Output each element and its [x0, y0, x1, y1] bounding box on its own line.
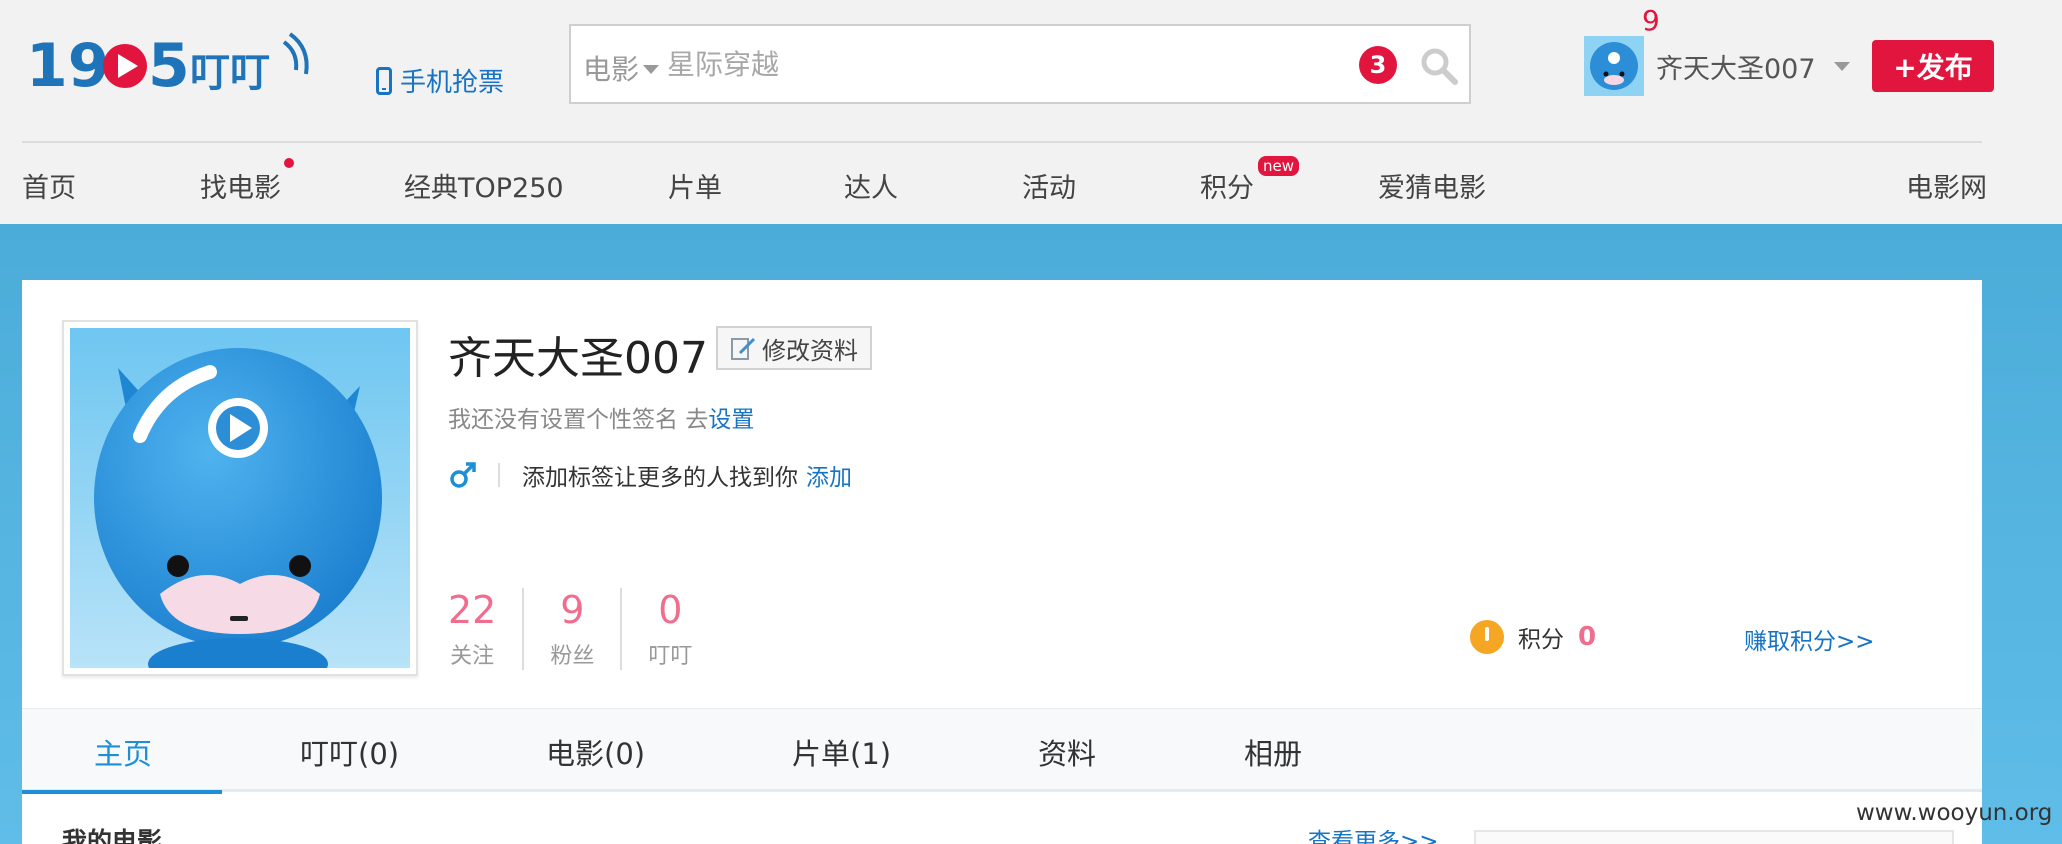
tag-separator [498, 463, 500, 487]
stat-followers[interactable]: 9 粉丝 [522, 588, 620, 670]
male-gender-icon [450, 462, 476, 488]
nav-dot-indicator [284, 158, 294, 168]
stat-label: 关注 [450, 644, 495, 669]
site-header: 19 5 叮叮 手机抢票 电影 3 9 齐天大圣007 [0, 0, 2062, 224]
search-count-badge: 3 [1359, 46, 1397, 84]
tags-row: 添加标签让更多的人找到你 添加 [448, 458, 852, 492]
main-nav: 首页 找电影 经典TOP250 片单 达人 活动 积分 new 爱猜电影 电影网 [22, 144, 1987, 222]
mobile-ticket-link[interactable]: 手机抢票 [376, 62, 504, 99]
points-summary: 积分 0 [1470, 620, 1596, 654]
site-logo[interactable]: 19 5 叮叮 [26, 30, 318, 98]
nav-item-home[interactable]: 首页 [22, 166, 76, 205]
stat-dingding[interactable]: 0 叮叮 [620, 588, 718, 670]
signature: 我还没有设置个性签名 去设置 [448, 400, 754, 434]
profile-avatar[interactable] [62, 320, 418, 676]
points-label: 积分 [1518, 627, 1564, 653]
stat-value: 22 [448, 588, 497, 632]
phone-icon [376, 66, 392, 95]
chevron-down-icon [1833, 61, 1850, 71]
set-signature-link[interactable]: 设置 [708, 407, 754, 433]
notification-count[interactable]: 9 [1642, 4, 1660, 37]
signature-text: 我还没有设置个性签名 去 [448, 407, 709, 433]
search-box: 电影 3 [569, 24, 1471, 104]
nav-item-experts[interactable]: 达人 [844, 166, 898, 205]
earn-points-link[interactable]: 赚取积分>> [1744, 622, 1875, 656]
svg-text:5: 5 [148, 31, 190, 98]
profile-name: 齐天大圣007 [448, 333, 708, 384]
nav-item-events[interactable]: 活动 [1022, 166, 1076, 205]
sidebar-panel [1474, 830, 1954, 844]
tags-prompt: 添加标签让更多的人找到你 [522, 465, 798, 491]
nav-item-movie-site[interactable]: 电影网 [1906, 166, 1987, 205]
active-tab-indicator [22, 790, 222, 794]
nav-item-playlist[interactable]: 片单 [668, 166, 722, 205]
search-icon[interactable] [1417, 44, 1461, 88]
tab-home[interactable]: 主页 [94, 731, 152, 773]
add-tag-link[interactable]: 添加 [806, 458, 852, 492]
stat-value: 0 [658, 588, 683, 632]
svg-text:19: 19 [26, 31, 110, 98]
user-menu[interactable]: 齐天大圣007 [1584, 36, 1850, 96]
search-input[interactable] [667, 44, 1267, 84]
user-name: 齐天大圣007 [1656, 53, 1816, 85]
avatar [1584, 36, 1644, 96]
tab-movies[interactable]: 电影(0) [546, 731, 645, 773]
svg-text:叮叮: 叮叮 [190, 50, 270, 96]
profile-tabs: 主页 叮叮(0) 电影(0) 片单(1) 资料 相册 [22, 708, 1982, 794]
nav-item-points[interactable]: 积分 [1200, 166, 1254, 205]
header-divider [22, 141, 1982, 143]
edit-icon [731, 337, 756, 360]
tab-album[interactable]: 相册 [1244, 731, 1302, 773]
profile-stats: 22 关注 9 粉丝 0 叮叮 [448, 588, 718, 670]
search-category-dropdown[interactable]: 电影 [583, 48, 660, 88]
points-icon [1470, 620, 1504, 654]
search-category-label: 电影 [583, 53, 640, 86]
watermark: www.wooyun.org [1856, 800, 2053, 826]
stat-following[interactable]: 22 关注 [448, 588, 522, 670]
nav-item-top250[interactable]: 经典TOP250 [404, 166, 564, 205]
nav-item-find-movie[interactable]: 找电影 [200, 166, 281, 205]
edit-profile-label: 修改资料 [762, 336, 858, 365]
tab-dingding[interactable]: 叮叮(0) [300, 731, 399, 773]
tab-playlists[interactable]: 片单(1) [792, 731, 891, 773]
chevron-down-icon [643, 64, 660, 74]
nav-item-guess-movie[interactable]: 爱猜电影 [1378, 166, 1486, 205]
stat-label: 叮叮 [648, 644, 693, 669]
new-badge: new [1258, 156, 1300, 176]
points-value: 0 [1578, 622, 1597, 652]
edit-profile-button[interactable]: 修改资料 [716, 326, 872, 370]
stat-value: 9 [560, 588, 585, 632]
profile-card: 齐天大圣007 修改资料 我还没有设置个性签名 去设置 添加标签让更多的人找到你… [22, 280, 1982, 844]
my-movies-heading: 我的电影 [62, 827, 163, 844]
stat-label: 粉丝 [550, 644, 595, 669]
view-more-link[interactable]: 查看更多>> [1308, 822, 1439, 844]
mobile-ticket-label: 手机抢票 [400, 68, 505, 98]
mascot-avatar-image [70, 328, 410, 668]
publish-button[interactable]: +发布 [1872, 40, 1994, 92]
tab-info[interactable]: 资料 [1038, 731, 1096, 773]
